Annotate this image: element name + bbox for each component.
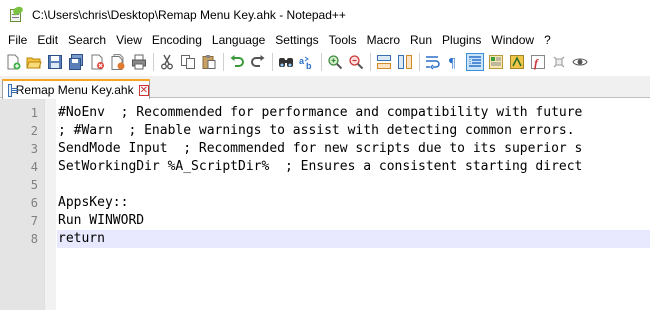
word-wrap-icon[interactable] — [424, 53, 442, 71]
save-icon[interactable] — [46, 53, 64, 71]
code-lines: 1 #NoEnv ; Recommended for performance a… — [0, 104, 650, 248]
svg-text:¶: ¶ — [449, 56, 456, 70]
toolbar-separator — [419, 53, 420, 71]
menu-settings[interactable]: Settings — [270, 33, 323, 47]
cut-icon[interactable] — [158, 53, 176, 71]
tab-label: Remap Menu Key.ahk — [15, 83, 134, 97]
line-number: 1 — [30, 106, 38, 120]
menu-macro[interactable]: Macro — [362, 33, 405, 47]
menu-plugins[interactable]: Plugins — [437, 33, 486, 47]
redo-icon[interactable] — [249, 53, 267, 71]
open-file-icon[interactable] — [25, 53, 43, 71]
editor[interactable]: 1 #NoEnv ; Recommended for performance a… — [0, 99, 650, 310]
menu-bar: File Edit Search View Encoding Language … — [0, 30, 650, 50]
menu-view[interactable]: View — [111, 33, 147, 47]
line-number: 8 — [30, 232, 38, 246]
code-line[interactable]: 7 Run WINWORD — [0, 212, 650, 230]
notepad-plus-plus-icon — [8, 5, 24, 23]
tab-remap-menu-key[interactable]: Remap Menu Key.ahk ✕ — [2, 79, 150, 99]
menu-search[interactable]: Search — [63, 33, 111, 47]
saved-document-icon — [8, 83, 18, 97]
folder-as-workspace-icon[interactable]: f — [529, 53, 547, 71]
replace-icon[interactable]: ab — [298, 53, 316, 71]
undo-icon[interactable] — [228, 53, 246, 71]
show-all-characters-icon[interactable]: ¶ — [445, 53, 463, 71]
line-text[interactable]: SetWorkingDir %A_ScriptDir% ; Ensures a … — [57, 158, 650, 176]
paste-icon[interactable] — [200, 53, 218, 71]
menu-window[interactable]: Window — [486, 33, 539, 47]
line-text[interactable]: Run WINWORD — [57, 212, 650, 230]
close-icon[interactable] — [88, 53, 106, 71]
code-line[interactable]: 6 AppsKey:: — [0, 194, 650, 212]
toolbar-separator — [223, 53, 224, 71]
code-line[interactable]: 4 SetWorkingDir %A_ScriptDir% ; Ensures … — [0, 158, 650, 176]
sync-vertical-icon[interactable] — [375, 53, 393, 71]
svg-text:a: a — [299, 56, 305, 66]
code-line[interactable]: 5 — [0, 176, 650, 194]
save-all-icon[interactable] — [67, 53, 85, 71]
line-text[interactable]: #NoEnv ; Recommended for performance and… — [57, 104, 650, 122]
document-tab-bar: Remap Menu Key.ahk ✕ — [0, 76, 650, 99]
document-map-icon[interactable] — [487, 53, 505, 71]
close-all-icon[interactable] — [109, 53, 127, 71]
menu-help[interactable]: ? — [539, 33, 556, 47]
line-text[interactable] — [57, 176, 650, 194]
title-bar: C:\Users\chris\Desktop\Remap Menu Key.ah… — [0, 0, 650, 30]
sync-horizontal-icon[interactable] — [396, 53, 414, 71]
line-number: 6 — [30, 196, 38, 210]
code-line[interactable]: 1 #NoEnv ; Recommended for performance a… — [0, 104, 650, 122]
zoom-in-icon[interactable] — [326, 53, 344, 71]
active-tab-indicator — [2, 79, 150, 81]
eye-icon[interactable] — [571, 53, 589, 71]
svg-text:b: b — [306, 61, 312, 70]
code-line[interactable]: 2 ; #Warn ; Enable warnings to assist wi… — [0, 122, 650, 140]
menu-edit[interactable]: Edit — [32, 33, 63, 47]
toolbar-separator — [153, 53, 154, 71]
monitoring-icon[interactable] — [550, 53, 568, 71]
current-code-line[interactable]: 8 return — [0, 230, 650, 248]
menu-tools[interactable]: Tools — [324, 33, 362, 47]
copy-icon[interactable] — [179, 53, 197, 71]
line-text[interactable]: AppsKey:: — [57, 194, 650, 212]
tab-close-icon[interactable]: ✕ — [138, 84, 149, 96]
zoom-out-icon[interactable] — [347, 53, 365, 71]
toolbar-separator — [321, 53, 322, 71]
toolbar-separator — [370, 53, 371, 71]
line-text[interactable]: ; #Warn ; Enable warnings to assist with… — [57, 122, 650, 140]
new-file-icon[interactable] — [4, 53, 22, 71]
line-number: 2 — [30, 124, 38, 138]
code-line[interactable]: 3 SendMode Input ; Recommended for new s… — [0, 140, 650, 158]
menu-language[interactable]: Language — [207, 33, 270, 47]
toolbar: ab ¶ f — [0, 50, 650, 74]
line-number: 4 — [30, 160, 38, 174]
menu-file[interactable]: File — [0, 33, 32, 47]
line-number: 5 — [30, 178, 38, 192]
line-text[interactable]: SendMode Input ; Recommended for new scr… — [57, 140, 650, 158]
print-icon[interactable] — [130, 53, 148, 71]
function-list-icon[interactable] — [508, 53, 526, 71]
line-number: 7 — [30, 214, 38, 228]
window-title: C:\Users\chris\Desktop\Remap Menu Key.ah… — [32, 8, 346, 22]
menu-run[interactable]: Run — [405, 33, 437, 47]
menu-encoding[interactable]: Encoding — [147, 33, 207, 47]
toolbar-separator — [272, 53, 273, 71]
line-number: 3 — [30, 142, 38, 156]
line-text[interactable]: return — [57, 230, 650, 248]
find-icon[interactable] — [277, 53, 295, 71]
indent-guide-icon[interactable] — [466, 53, 484, 71]
